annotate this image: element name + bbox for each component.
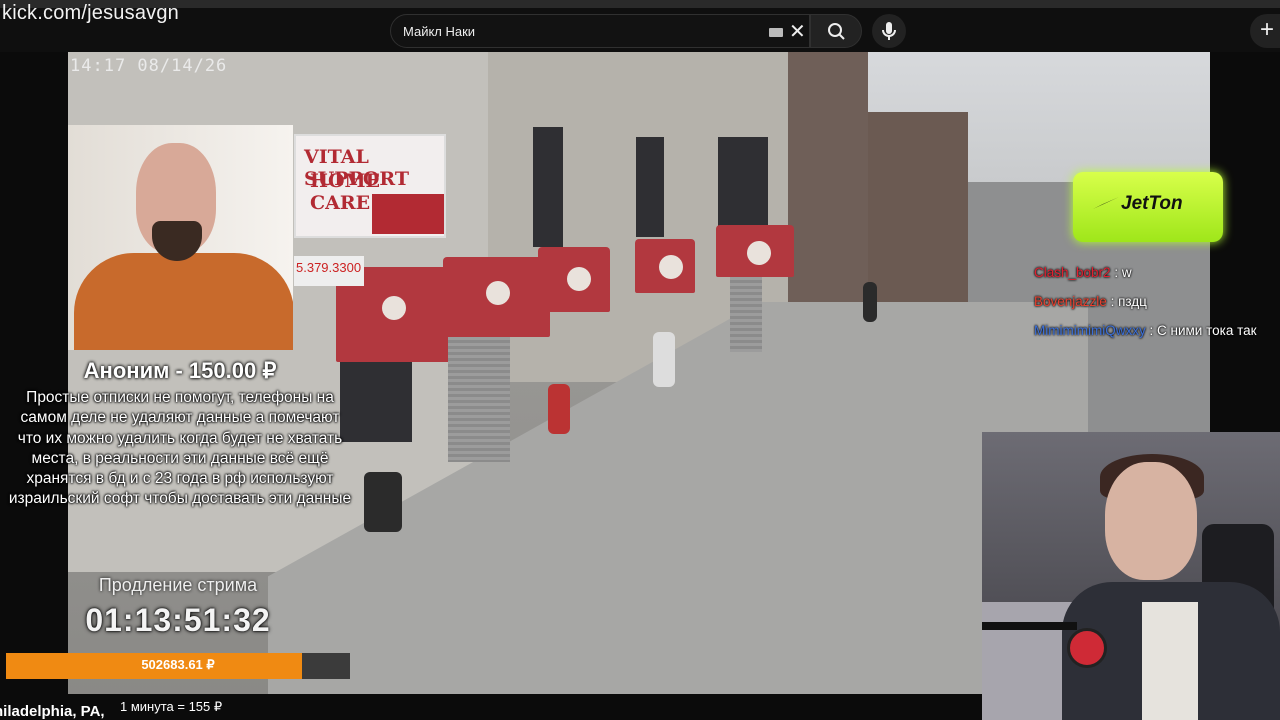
webcam-head xyxy=(1105,462,1197,580)
facecam-shirt xyxy=(74,253,293,350)
search-input[interactable]: Майкл Наки ✕ xyxy=(390,14,810,48)
awning xyxy=(635,239,695,293)
webcam-shirt xyxy=(1142,602,1198,720)
chat-username: Clash_bobr2 xyxy=(1034,265,1111,280)
sign-info-panel xyxy=(372,194,444,234)
extension-progress-bar: 502683.61 ₽ xyxy=(6,653,350,679)
chat-overlay: Clash_bobr2 : w Bovenjazzle : пздц Mimim… xyxy=(1034,264,1280,351)
streamer-webcam xyxy=(982,432,1280,720)
chat-text: : w xyxy=(1114,265,1132,280)
search-icon xyxy=(828,23,845,40)
keyboard-icon[interactable] xyxy=(769,28,783,37)
close-icon[interactable]: ✕ xyxy=(789,19,806,44)
jetton-arrow-icon xyxy=(1093,197,1119,209)
person xyxy=(548,384,570,434)
extension-label: Продление стрима xyxy=(98,575,258,595)
awning xyxy=(716,225,794,277)
awning xyxy=(443,257,550,337)
plus-icon: + xyxy=(1260,16,1275,43)
chat-text: : С ними тока так xyxy=(1149,323,1257,338)
sponsor-name: JetTon xyxy=(1121,193,1183,214)
chat-username: Bovenjazzle xyxy=(1034,294,1107,309)
extension-timer: 01:13:51:32 xyxy=(85,602,271,638)
window xyxy=(718,137,768,227)
location-caption: hiladelphia, PA, xyxy=(0,703,105,720)
person xyxy=(653,332,675,387)
awning xyxy=(538,247,610,312)
building-brick xyxy=(788,52,868,342)
mic-icon xyxy=(882,22,896,40)
sponsor-logo[interactable]: JetTon xyxy=(1073,172,1223,242)
voice-search-button[interactable] xyxy=(872,14,906,48)
business-sign: VITAL SUPPORT HOME CARE xyxy=(294,134,446,238)
top-bar: Майкл Наки ✕ + xyxy=(0,0,1280,52)
shutter xyxy=(448,337,510,462)
rowhouses xyxy=(868,112,968,302)
microphone xyxy=(1067,628,1107,668)
window xyxy=(636,137,664,237)
create-button[interactable]: + xyxy=(1250,14,1280,48)
cctv-timestamp: 14:17 08/14/26 xyxy=(70,56,228,76)
phone-sign: 5.379.3300 xyxy=(294,256,364,286)
window xyxy=(533,127,563,247)
donor-facecam xyxy=(68,125,293,350)
mic-arm xyxy=(982,622,1077,630)
chat-text: : пздц xyxy=(1110,294,1147,309)
donation-message: Простые отписки не помогут, телефоны на … xyxy=(8,389,352,508)
chat-message: MimimimimiQwxxy : С ними тока так xyxy=(1034,322,1280,339)
chat-message: Clash_bobr2 : w xyxy=(1034,264,1280,281)
shutter xyxy=(730,277,762,352)
chat-username: MimimimimiQwxxy xyxy=(1034,323,1146,338)
tab-strip xyxy=(0,0,1280,8)
chat-message: Bovenjazzle : пздц xyxy=(1034,293,1280,310)
person xyxy=(863,282,877,322)
search-query[interactable]: Майкл Наки xyxy=(403,24,475,39)
extension-total: 502683.61 ₽ xyxy=(141,657,215,672)
extension-rate: 1 минута = 155 ₽ xyxy=(120,699,223,714)
channel-url: kick.com/jesusavgn xyxy=(2,2,179,24)
search-button[interactable] xyxy=(810,14,862,48)
person xyxy=(364,472,402,532)
donation-title: Аноним - 150.00 ₽ xyxy=(83,358,277,383)
